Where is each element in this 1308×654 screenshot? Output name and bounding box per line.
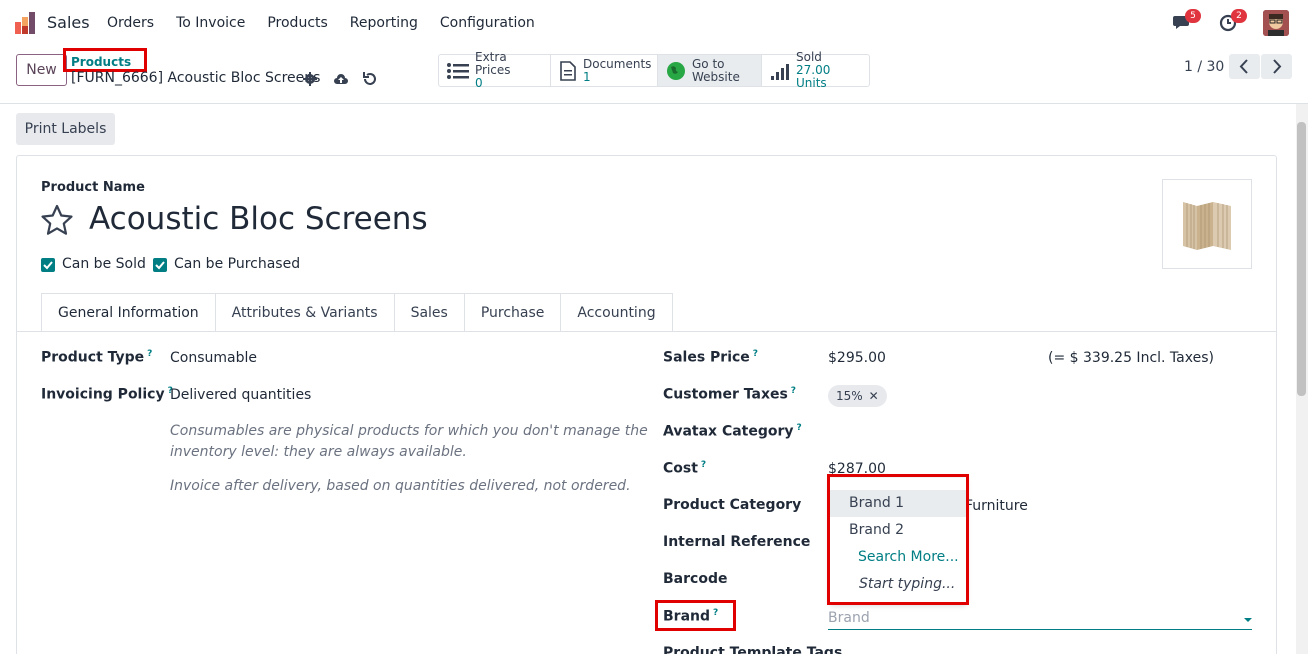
pager-next-button[interactable]: [1261, 54, 1292, 79]
help-icon[interactable]: ?: [753, 349, 758, 359]
sold-button[interactable]: Sold 27.00 Units: [762, 51, 869, 90]
sales-price-label: Sales Price?: [663, 349, 759, 366]
messages-button[interactable]: 5: [1173, 9, 1201, 36]
can-be-sold-checkbox[interactable]: [41, 258, 55, 272]
can-be-sold-label: Can be Sold: [62, 256, 146, 272]
menu-configuration[interactable]: Configuration: [440, 15, 535, 31]
activities-button[interactable]: 2: [1219, 9, 1247, 36]
extra-prices-label: Extra Prices: [475, 50, 511, 77]
product-type-label: Product Type?: [41, 349, 153, 366]
help-icon[interactable]: ?: [791, 386, 796, 396]
extra-prices-value: 0: [475, 76, 483, 90]
incl-taxes-value: (= $ 339.25 Incl. Taxes): [1048, 350, 1214, 366]
gear-icon[interactable]: [302, 71, 318, 87]
tab-attributes-variants[interactable]: Attributes & Variants: [215, 293, 395, 332]
documents-value: 1: [583, 69, 591, 84]
menu-to-invoice[interactable]: To Invoice: [176, 15, 245, 31]
product-image[interactable]: [1162, 179, 1252, 269]
help-icon[interactable]: ?: [147, 349, 152, 359]
messages-badge: 5: [1185, 9, 1201, 23]
sold-value: 27.00 Units: [796, 63, 831, 90]
customer-taxes-label: Customer Taxes?: [663, 386, 797, 403]
scrollbar-thumb[interactable]: [1297, 122, 1306, 396]
highlight-box-dropdown: [827, 474, 969, 605]
extra-prices-button[interactable]: Extra Prices 0: [439, 51, 551, 90]
pager-value[interactable]: 1 / 30: [1184, 59, 1224, 75]
avatax-category-label: Avatax Category?: [663, 423, 802, 440]
product-name-input[interactable]: Acoustic Bloc Screens: [89, 201, 428, 237]
smart-buttons: Extra Prices 0 Documents 1 Go to Website So…: [438, 51, 870, 90]
app-name[interactable]: Sales: [47, 13, 90, 32]
barcode-label: Barcode: [663, 571, 728, 587]
menu-products[interactable]: Products: [267, 15, 327, 31]
bar-chart-icon: [771, 63, 789, 80]
product-name-label: Product Name: [41, 180, 145, 195]
globe-icon: [667, 61, 685, 80]
documents-button[interactable]: Documents 1: [551, 55, 658, 86]
cloud-upload-icon[interactable]: [333, 71, 349, 87]
highlight-box-brand-label: [655, 600, 736, 631]
can-be-purchased-label: Can be Purchased: [174, 256, 301, 272]
chevron-right-icon: [1273, 59, 1282, 74]
tax-tag[interactable]: 15% ✕: [828, 385, 887, 407]
document-icon: [560, 60, 576, 81]
new-button[interactable]: New: [16, 54, 67, 86]
discard-icon[interactable]: [362, 71, 378, 87]
acoustic-screen-picture: [1183, 202, 1231, 250]
go-to-website-button[interactable]: Go to Website: [658, 55, 762, 86]
tab-general-information[interactable]: General Information: [41, 293, 216, 332]
tab-purchase[interactable]: Purchase: [464, 293, 562, 332]
list-icon: [447, 62, 469, 79]
product-category-label: Product Category: [663, 497, 802, 513]
menu-orders[interactable]: Orders: [107, 15, 154, 31]
form-tabs: General Information Attributes & Variant…: [41, 293, 673, 332]
brand-input[interactable]: Brand: [828, 608, 1252, 630]
control-panel: New Products [FURN_6666] Acoustic Bloc S…: [0, 46, 1308, 104]
help-icon[interactable]: ?: [797, 423, 802, 433]
user-avatar[interactable]: [1263, 10, 1289, 36]
tab-sales[interactable]: Sales: [394, 293, 465, 332]
invoicing-policy-hint: Invoice after delivery, based on quantit…: [170, 478, 631, 494]
documents-label: Documents: [583, 56, 652, 71]
sales-app-icon[interactable]: [15, 12, 37, 34]
avatar-picture: [1263, 10, 1289, 36]
product-type-hint: Consumables are physical products for wh…: [170, 423, 648, 460]
sales-price-field[interactable]: $295.00: [828, 350, 886, 366]
check-icon: [155, 261, 165, 270]
can-be-purchased-checkbox[interactable]: [153, 258, 167, 272]
print-labels-button[interactable]: Print Labels: [16, 113, 115, 145]
product-type-field[interactable]: Consumable: [170, 350, 257, 366]
activities-badge: 2: [1231, 9, 1247, 23]
pager-previous-button[interactable]: [1229, 54, 1260, 79]
chevron-left-icon: [1239, 59, 1248, 74]
website-label: Website: [692, 69, 740, 84]
top-navbar: Sales Orders To Invoice Products Reporti…: [0, 0, 1308, 46]
check-icon: [43, 261, 53, 270]
help-icon[interactable]: ?: [701, 460, 706, 470]
tab-accounting[interactable]: Accounting: [561, 293, 673, 332]
invoicing-policy-label: Invoicing Policy?: [41, 386, 173, 403]
product-template-tags-label: Product Template Tags: [663, 645, 843, 654]
main-menu: Orders To Invoice Products Reporting Con…: [107, 15, 557, 31]
highlight-box-breadcrumb: [63, 48, 147, 72]
internal-reference-label: Internal Reference: [663, 534, 811, 550]
invoicing-policy-field[interactable]: Delivered quantities: [170, 387, 311, 403]
menu-reporting[interactable]: Reporting: [350, 15, 418, 31]
product-category-field[interactable]: Furniture: [965, 498, 1028, 514]
tab-divider: [16, 331, 1277, 332]
breadcrumb-current: [FURN_6666] Acoustic Bloc Screens: [71, 70, 321, 86]
go-to-label: Go to: [692, 56, 725, 71]
cost-label: Cost?: [663, 460, 707, 477]
chevron-down-icon[interactable]: [1244, 618, 1252, 622]
close-icon[interactable]: ✕: [869, 389, 879, 403]
star-icon[interactable]: [40, 204, 74, 236]
